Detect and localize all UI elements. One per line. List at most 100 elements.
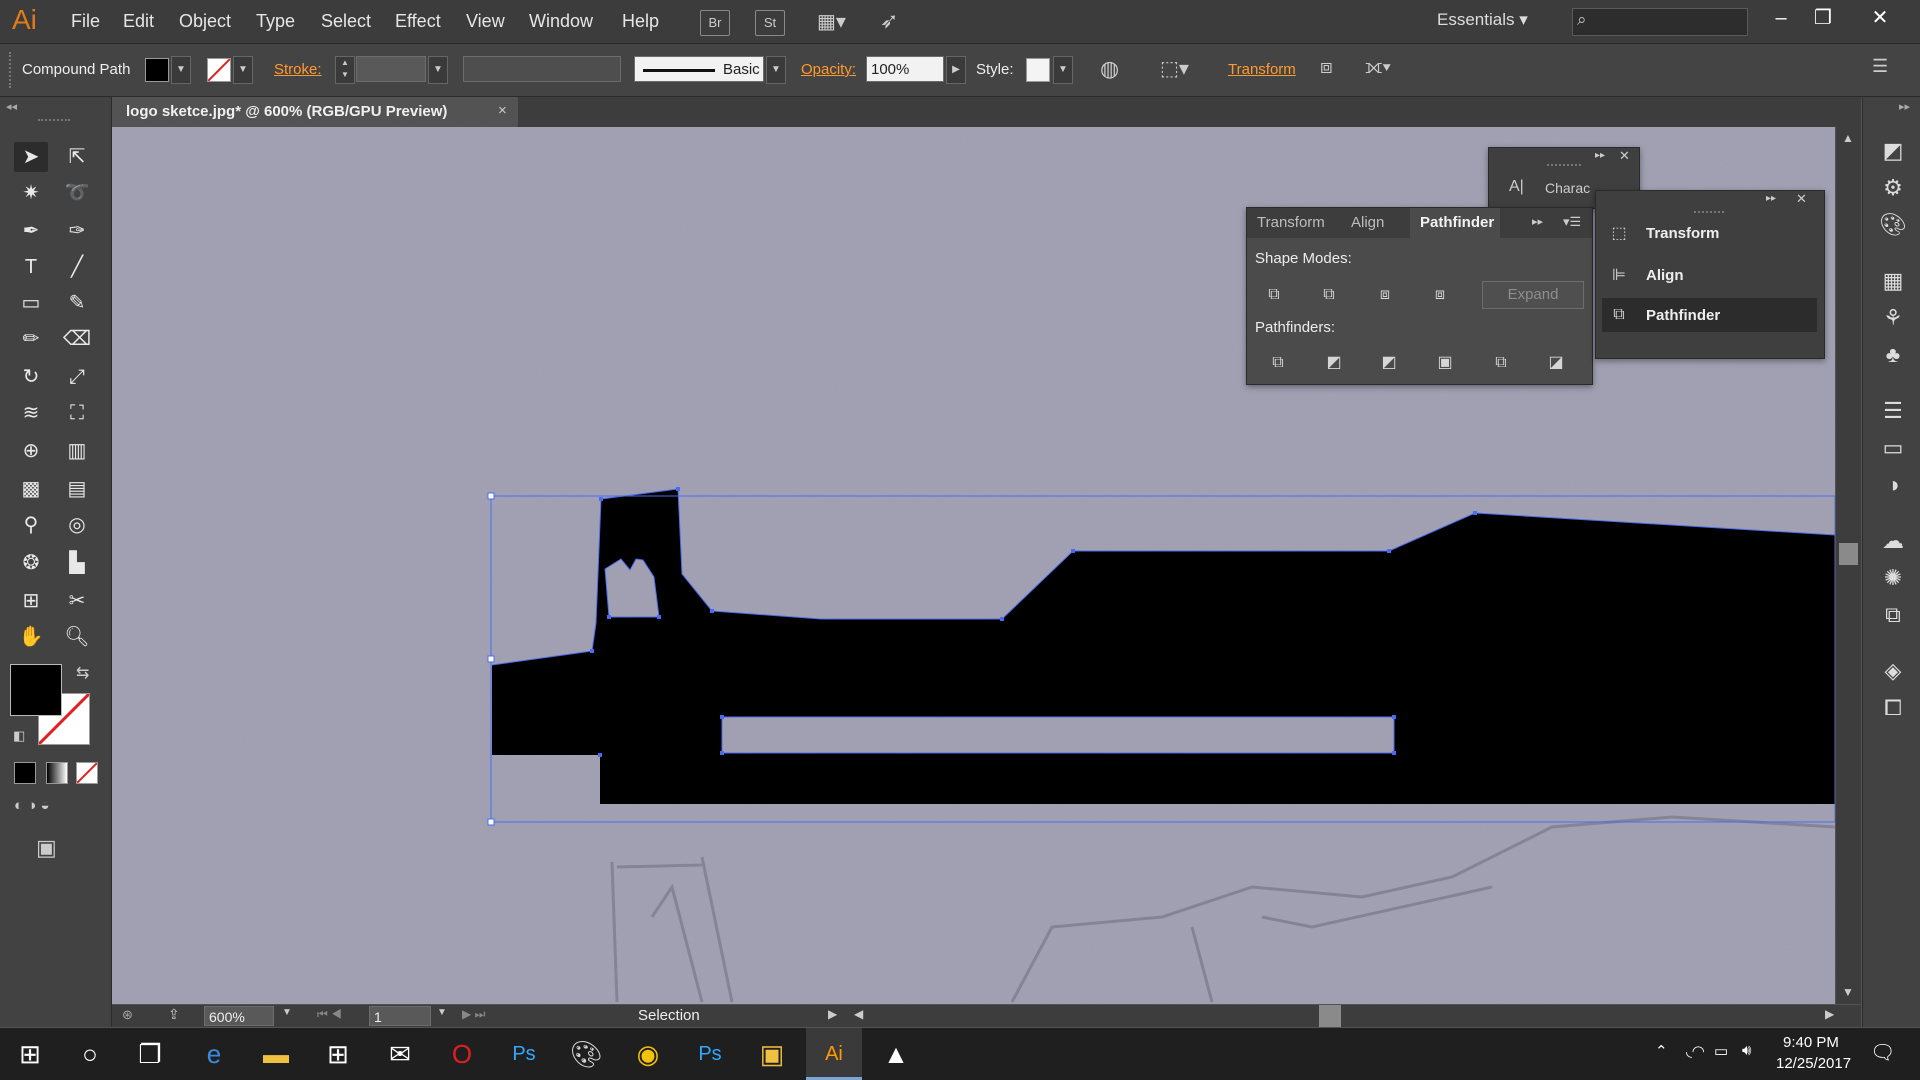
minus-back-icon[interactable]: ◪ [1545, 352, 1567, 374]
perspective-grid-tool-icon[interactable]: ▥ [60, 436, 94, 466]
rectangle-tool-icon[interactable]: ▭ [14, 288, 48, 318]
menu-edit[interactable]: Edit [123, 11, 154, 32]
line-segment-tool-icon[interactable]: ╱ [60, 252, 94, 282]
wifi-icon[interactable]: ◟◠ [1686, 1042, 1705, 1060]
rotate-tool-icon[interactable]: ↻ [14, 362, 48, 392]
mail-icon[interactable]: ✉ [372, 1028, 428, 1080]
appearance-icon[interactable]: ✺ [1879, 564, 1907, 592]
swatches-icon[interactable]: ▦ [1879, 267, 1907, 295]
opacity-field[interactable]: 100% [866, 56, 944, 82]
battery-icon[interactable]: ▭ [1714, 1042, 1728, 1060]
panel-item-pathfinder[interactable]: Pathfinder [1646, 307, 1720, 324]
exclude-icon[interactable]: ⧈ [1429, 284, 1451, 306]
stroke-weight-field[interactable] [356, 56, 426, 82]
brushes-icon[interactable]: ⚘ [1879, 304, 1907, 332]
scroll-up-icon[interactable]: ▲ [1842, 131, 1854, 145]
photoshop-2-icon[interactable]: Ps [682, 1028, 738, 1080]
pathfinder-panel-icon[interactable]: ⧉ [1608, 304, 1630, 326]
clock-date[interactable]: 12/25/2017 [1776, 1055, 1851, 1072]
shape-builder-tool-icon[interactable]: ⊕ [14, 436, 48, 466]
transform-panel-icon[interactable]: ⬚ [1608, 223, 1630, 245]
scroll-thumb[interactable] [1839, 543, 1858, 565]
menu-effect[interactable]: Effect [395, 11, 441, 32]
control-panel-menu-icon[interactable]: ☰ [1872, 56, 1888, 77]
stroke-swatch[interactable] [207, 58, 231, 82]
panel-item-align[interactable]: Align [1646, 267, 1684, 284]
transparency-icon[interactable]: ◑ [1879, 471, 1907, 499]
symbol-sprayer-tool-icon[interactable]: ❂ [14, 548, 48, 578]
scroll-down-icon[interactable]: ▼ [1842, 985, 1854, 999]
tab-transform[interactable]: Transform [1257, 214, 1325, 231]
stock-button[interactable]: St [755, 10, 785, 36]
file-explorer-icon[interactable]: ▬ [248, 1028, 304, 1080]
drawing-modes-icon[interactable]: ◐ ◑ ◒ [14, 797, 96, 817]
hand-tool-icon[interactable]: ✋ [14, 622, 48, 652]
collapse-icon[interactable]: ▸▸ [1766, 193, 1776, 204]
graphic-styles-icon[interactable]: ⧉ [1879, 601, 1907, 629]
stroke-icon[interactable]: ☰ [1879, 397, 1907, 425]
width-tool-icon[interactable]: ≋ [14, 398, 48, 428]
menu-file[interactable]: File [71, 11, 100, 32]
zoom-field[interactable]: 600% [204, 1006, 274, 1026]
symbols-icon[interactable]: ♣ [1879, 341, 1907, 369]
color-palette-icon[interactable]: 🎨︎ [1879, 211, 1907, 239]
color-icon[interactable]: ⚙ [1879, 174, 1907, 202]
start-icon[interactable]: ⊞ [2, 1028, 58, 1080]
outline-icon[interactable]: ⧉ [1490, 352, 1512, 374]
photoshop-icon[interactable]: Ps [496, 1028, 552, 1080]
gradient-mode-button[interactable] [46, 762, 68, 784]
artboard-canvas[interactable]: ▸▸ ✕ A| Charac Transform Align Pathfinde… [112, 127, 1835, 1004]
scroll-right-icon[interactable]: ▶ [1825, 1007, 1834, 1021]
horizontal-scroll-thumb[interactable] [1319, 1005, 1341, 1027]
search-input[interactable]: ⌕ [1572, 8, 1748, 36]
photos-icon[interactable]: ▲ [868, 1028, 924, 1080]
scroll-left-icon[interactable]: ◀ [854, 1007, 863, 1021]
column-graph-tool-icon[interactable]: ▙ [60, 548, 94, 578]
search-icon[interactable]: ○ [62, 1028, 118, 1080]
menu-help[interactable]: Help [622, 11, 659, 32]
pen-tool-icon[interactable]: ✒ [14, 216, 48, 246]
status-menu-icon[interactable]: ▶ [828, 1007, 837, 1021]
grip-handle[interactable] [9, 52, 13, 88]
slice-tool-icon[interactable]: ✂ [60, 586, 94, 616]
screen-mode-icon[interactable]: ▣ [36, 835, 57, 861]
collapse-icon[interactable]: ▸▸ [1595, 150, 1605, 161]
swap-fill-stroke-icon[interactable]: ⇆ [76, 663, 89, 683]
merge-icon[interactable]: ◩ [1378, 352, 1400, 374]
clock-time[interactable]: 9:40 PM [1783, 1034, 1839, 1051]
artboards-icon[interactable]: ⧠ [1879, 694, 1907, 722]
brush-dropdown[interactable]: ▼ [766, 56, 786, 84]
eyedropper-tool-icon[interactable]: ⚲ [14, 510, 48, 540]
paint-icon[interactable]: 🎨︎ [558, 1028, 614, 1080]
panel-item-transform[interactable]: Transform [1646, 225, 1719, 242]
action-center-icon[interactable]: 🗨︎ [1870, 1040, 1895, 1065]
recolor-artwork-icon[interactable]: ◍ [1100, 56, 1119, 82]
explorer-2-icon[interactable]: ▣ [744, 1028, 800, 1080]
style-dropdown[interactable]: ▼ [1053, 56, 1073, 84]
mesh-tool-icon[interactable]: ▩ [14, 474, 48, 504]
tab-align[interactable]: Align [1351, 214, 1384, 231]
task-view-icon[interactable]: ❐ [122, 1028, 178, 1080]
first-artboard-icon[interactable]: ⏮ ◀ [317, 1007, 342, 1022]
stroke-dropdown[interactable]: ▼ [233, 56, 253, 84]
artboard-tool-icon[interactable]: ⊞ [14, 586, 48, 616]
direct-selection-tool-icon[interactable]: ⇱ [60, 142, 94, 172]
brush-definition-field[interactable]: Basic [634, 56, 764, 82]
close-icon[interactable]: ✕ [1862, 4, 1898, 32]
style-swatch[interactable] [1026, 58, 1050, 82]
paintbrush-tool-icon[interactable]: ✎ [60, 288, 94, 318]
panel-close-icon[interactable]: ✕ [1796, 191, 1807, 207]
collapse-tools-icon[interactable]: ◂◂ [6, 100, 17, 113]
panel-collapse-icon[interactable]: ▸▸ [1532, 215, 1543, 228]
zoom-tool-icon[interactable]: 🔍︎ [60, 622, 94, 652]
document-tab[interactable]: logo sketce.jpg* @ 600% (RGB/GPU Preview… [113, 97, 518, 127]
zoom-dropdown-icon[interactable]: ▼ [282, 1007, 292, 1018]
menu-object[interactable]: Object [179, 11, 231, 32]
stroke-weight-stepper[interactable]: ▲ ▼ [335, 56, 355, 84]
unite-icon[interactable]: ⧉ [1263, 284, 1285, 306]
crop-icon[interactable]: ▣ [1434, 352, 1456, 374]
shaper-tool-icon[interactable]: ✏ [14, 324, 48, 354]
stroke-weight-dropdown[interactable]: ▼ [428, 56, 448, 84]
edge-icon[interactable]: e [186, 1028, 242, 1080]
free-transform-tool-icon[interactable]: ⛶ [60, 398, 94, 428]
